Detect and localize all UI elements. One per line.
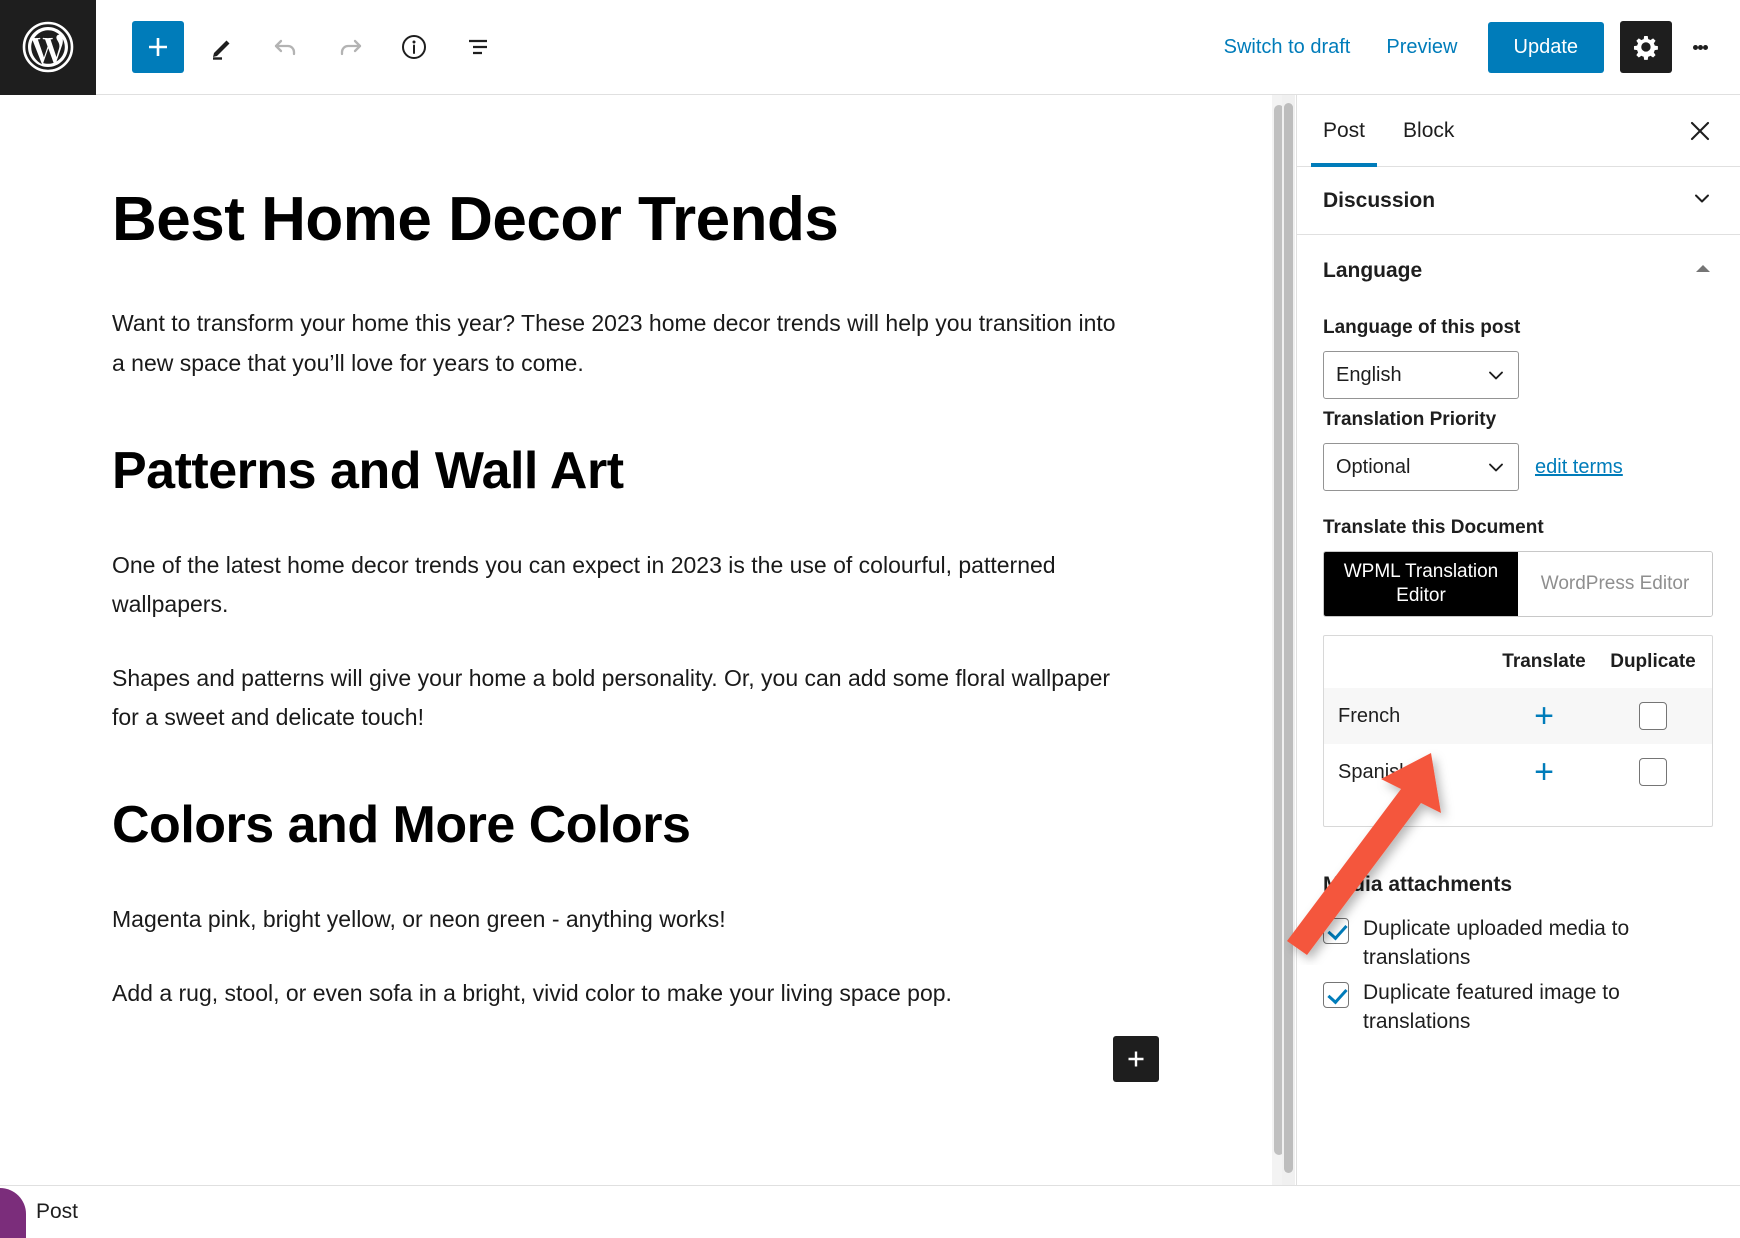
undo-button[interactable]: [260, 21, 312, 73]
translation-priority-label: Translation Priority: [1323, 409, 1497, 430]
post-content: Best Home Decor Trends Want to transform…: [0, 95, 1160, 1013]
kebab-dot-3: [1702, 44, 1708, 50]
kebab-dot-2: [1697, 44, 1703, 50]
spanish-duplicate-checkbox[interactable]: [1639, 758, 1667, 786]
duplicate-uploaded-media-label: Duplicate uploaded media to translations: [1363, 917, 1630, 969]
panel-discussion[interactable]: Discussion: [1297, 167, 1740, 235]
row-language-name: Spanish: [1338, 760, 1411, 783]
kebab-dot-1: [1692, 44, 1698, 50]
heading-block[interactable]: Patterns and Wall Art: [112, 442, 1160, 500]
panel-language-header[interactable]: Language: [1323, 235, 1714, 307]
language-select-row: English: [1323, 351, 1714, 399]
paragraph-block[interactable]: One of the latest home decor trends you …: [112, 546, 1122, 625]
french-duplicate-checkbox[interactable]: [1639, 702, 1667, 730]
settings-button[interactable]: [1620, 21, 1672, 73]
table-row: Spanish +: [1324, 744, 1712, 800]
wordpress-logo-icon: [22, 21, 74, 73]
info-icon: [402, 35, 426, 59]
close-icon: [1690, 121, 1710, 140]
wordpress-editor-option[interactable]: WordPress Editor: [1518, 552, 1712, 616]
more-options-button[interactable]: [1678, 21, 1722, 73]
heading-block[interactable]: Colors and More Colors: [112, 796, 1160, 854]
list-view-button[interactable]: [452, 21, 504, 73]
preview-button[interactable]: Preview: [1368, 24, 1475, 71]
column-duplicate: Duplicate: [1610, 651, 1696, 672]
status-bar-label: Post: [36, 1200, 79, 1223]
top-toolbar: Switch to draft Preview Update: [0, 0, 1740, 95]
redo-button[interactable]: [324, 21, 376, 73]
details-button[interactable]: [388, 21, 440, 73]
close-sidebar-button[interactable]: [1676, 95, 1724, 166]
chevron-down-icon: [1489, 463, 1503, 472]
duplicate-uploaded-media-row[interactable]: Duplicate uploaded media to translations: [1323, 915, 1714, 973]
gear-icon: [1633, 35, 1658, 60]
duplicate-featured-image-row[interactable]: Duplicate featured image to translations: [1323, 979, 1714, 1037]
duplicate-featured-image-checkbox[interactable]: [1323, 981, 1349, 1008]
wpml-translation-editor-option[interactable]: WPML Translation Editor: [1324, 552, 1518, 616]
translation-priority-value: Optional: [1336, 455, 1411, 478]
settings-sidebar: Post Block Discussion Language Language …: [1296, 95, 1740, 1185]
translations-table: Translate Duplicate French + Spanish +: [1323, 635, 1713, 827]
sidebar-scrollbar[interactable]: [1282, 95, 1295, 1185]
translations-table-header: Translate Duplicate: [1324, 636, 1712, 688]
tab-block[interactable]: Block: [1391, 95, 1466, 166]
undo-icon: [274, 39, 296, 56]
append-block-button[interactable]: [1113, 1036, 1159, 1082]
spanish-duplicate-checkbox-cell: [1600, 758, 1712, 786]
topbar-actions: Switch to draft Preview Update: [1206, 21, 1740, 73]
translate-document-label: Translate this Document: [1323, 517, 1544, 538]
post-editor-canvas[interactable]: Best Home Decor Trends Want to transform…: [0, 95, 1268, 1185]
language-select[interactable]: English: [1323, 351, 1519, 399]
update-button[interactable]: Update: [1487, 21, 1604, 73]
paragraph-block[interactable]: Shapes and patterns will give your home …: [112, 659, 1122, 738]
table-row: French +: [1324, 688, 1712, 744]
translation-priority-row: Optional edit terms: [1323, 443, 1714, 491]
wordpress-logo[interactable]: [0, 0, 96, 95]
list-view-icon: [469, 39, 487, 55]
chevron-down-icon: [1489, 371, 1503, 380]
duplicate-uploaded-media-checkbox[interactable]: [1323, 918, 1349, 944]
editor-tools: [132, 21, 504, 73]
add-block-button[interactable]: [132, 21, 184, 73]
edit-tool-button[interactable]: [196, 21, 248, 73]
language-of-post-label: Language of this post: [1323, 317, 1521, 338]
panel-discussion-title: Discussion: [1323, 188, 1436, 212]
french-translate-plus[interactable]: +: [1488, 699, 1600, 733]
translation-priority-select[interactable]: Optional: [1323, 443, 1519, 491]
sidebar-tabs: Post Block: [1297, 95, 1740, 167]
chevron-down-icon: [1690, 186, 1714, 215]
tab-post[interactable]: Post: [1311, 95, 1378, 167]
redo-icon: [340, 39, 362, 56]
post-title[interactable]: Best Home Decor Trends: [112, 185, 1160, 254]
duplicate-featured-image-label: Duplicate featured image to translations: [1363, 980, 1620, 1033]
paragraph-block[interactable]: Want to transform your home this year? T…: [112, 304, 1122, 383]
language-select-value: English: [1336, 363, 1402, 386]
paragraph-block[interactable]: Add a rug, stool, or even sofa in a brig…: [112, 974, 1122, 1014]
edit-terms-link[interactable]: edit terms: [1535, 456, 1623, 479]
plus-icon: [149, 38, 167, 56]
pencil-icon: [213, 40, 230, 60]
chevron-up-icon: [1692, 258, 1714, 285]
media-attachments-title: Media attachments: [1323, 873, 1513, 896]
spanish-translate-plus[interactable]: +: [1488, 755, 1600, 789]
sidebar-scrollbar-thumb[interactable]: [1284, 103, 1293, 1173]
french-duplicate-checkbox-cell: [1600, 702, 1712, 730]
switch-to-draft-button[interactable]: Switch to draft: [1206, 24, 1369, 71]
paragraph-block[interactable]: Magenta pink, bright yellow, or neon gre…: [112, 900, 1122, 940]
row-language-name: French: [1338, 704, 1401, 727]
status-bar: Post: [0, 1185, 1740, 1238]
panel-language: Language Language of this post English T…: [1297, 235, 1740, 1053]
panel-language-title: Language: [1323, 259, 1423, 282]
translation-editor-toggle: WPML Translation Editor WordPress Editor: [1323, 551, 1713, 617]
column-translate: Translate: [1502, 651, 1586, 672]
plus-icon: [1128, 1051, 1144, 1067]
